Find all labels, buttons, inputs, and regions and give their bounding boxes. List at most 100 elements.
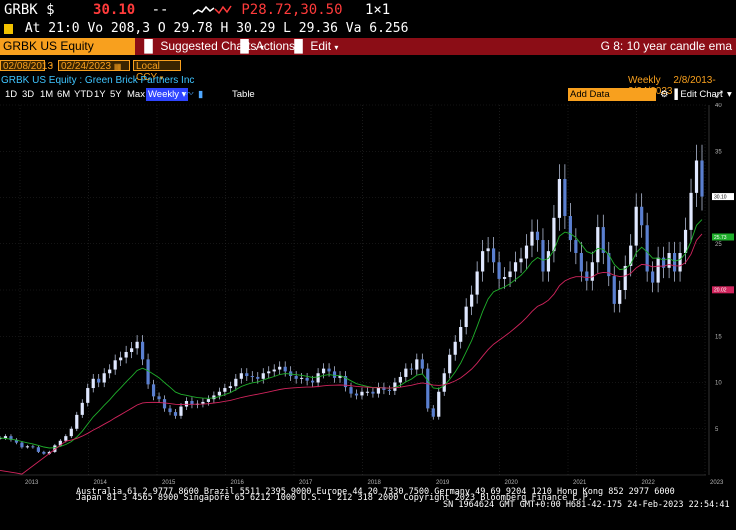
ema-long-line [0,233,703,475]
price-candle [524,245,529,259]
price-candle [267,371,271,374]
security-field[interactable]: GRBK US Equity [0,38,135,55]
price-candle [234,378,238,387]
price-candle [426,368,430,409]
price-candle [184,401,189,407]
price-candle [97,378,101,383]
period-3d[interactable]: 3D [22,88,34,101]
quote-row: GRBK $ 30.10 -- P28.72,30.50 1×1 [4,2,390,20]
x-tick-label: 2014 [94,480,108,486]
period-6m[interactable]: 6M [57,88,70,101]
edit-menu[interactable]: ▐▌ Edit ▾ [290,38,338,56]
price-candle [80,402,84,415]
price-candle [119,357,123,361]
price-candle [316,373,320,383]
table-button[interactable]: Table [232,88,255,101]
period-1m[interactable]: 1M [40,88,53,101]
period-bar: 1D 3D 1M 6M YTD 1Y 5Y Max Weekly ▾ 〰 ▮ T… [0,88,736,101]
x-tick-label: 2022 [642,480,656,486]
start-date-field[interactable]: 02/08/2013 [0,60,53,72]
x-tick-label: 2019 [436,480,450,486]
add-data-input[interactable]: Add Data [568,88,656,101]
price-candle [557,179,562,218]
price-candle [398,376,402,383]
price-candle [651,271,655,283]
price-candle [102,373,106,383]
price-candle [245,373,249,377]
period-1d[interactable]: 1D [5,88,17,101]
price-candle [700,160,704,197]
price-candle [25,446,30,448]
price-candle [453,341,457,355]
period-max[interactable]: Max [127,88,145,101]
x-tick-label: 2013 [25,480,39,486]
price-candle [151,384,156,397]
price-candle [448,354,452,374]
price-candle [694,160,699,193]
price-candle [321,368,326,374]
price-candle [678,253,682,272]
price-candle [206,399,211,402]
price-candle [409,368,413,370]
price-candle [124,351,128,358]
price-candle [502,277,507,279]
price-candle [371,391,375,394]
line-chart-icon[interactable]: 〰 [184,88,194,101]
more-icon[interactable]: ▾ [727,88,732,101]
price-candle [486,248,490,252]
price-chart[interactable]: 510152025303540 201320142015201620172018… [0,103,736,488]
price-candle [91,378,95,389]
price-candle [481,251,485,272]
end-date-field[interactable]: 02/24/2023 ▦ [58,60,130,72]
currency-select[interactable]: Local CCY ▾ [133,60,181,83]
price-candle [464,306,468,327]
footer: Australia 61 2 9777 8600 Brazil 5511 239… [0,488,736,530]
price-candle [541,240,545,272]
price-candle [546,251,551,272]
price-candle [596,227,600,263]
last-value-label: 25.73 [714,235,727,241]
price-candle [459,327,463,342]
price-candle [272,369,276,372]
price-candle [475,271,479,295]
price-candle [618,290,622,304]
price-candle [629,245,633,266]
price-candle [305,377,309,381]
edit-chart-icon: ▐ [671,89,678,100]
price-candle [157,396,161,400]
price-candle [420,359,424,369]
price-candle [513,262,518,272]
open-price: O 29.78 [157,21,213,36]
zoom-icon[interactable]: ⤢ [715,88,723,101]
price-candle [283,366,287,372]
price-candle [612,276,616,304]
price-change: -- [151,2,169,18]
period-1y[interactable]: 1Y [94,88,106,101]
ticker[interactable]: GRBK [4,2,38,18]
price-candle [311,380,315,383]
chart-title: GRBK US Equity : Green Brick Partners In… [1,75,195,86]
price-candle [86,388,90,403]
frequency-select[interactable]: Weekly ▾ [146,88,189,101]
toolbar: GRBK US Equity ▐▌ Suggested Charts ▾ ▐▌ … [0,38,736,55]
y-tick-label: 25 [715,242,722,248]
y-tick-label: 35 [715,149,722,155]
price-candle [3,436,8,438]
last-time: At 21:0 [24,21,80,36]
price-candle [470,294,474,307]
price-candle [173,412,178,416]
edit-icon: ▐▌ [290,39,308,53]
high-price: H 30.29 [220,21,276,36]
x-tick-label: 2021 [573,480,587,486]
x-tick-label: 2015 [162,480,176,486]
settings-icon[interactable]: ⚙ [660,88,669,101]
price-candle [168,408,172,413]
period-ytd[interactable]: YTD [74,88,93,101]
price-candle [530,231,534,246]
period-5y[interactable]: 5Y [110,88,122,101]
price-candle [672,253,677,272]
price-candle [20,442,24,448]
chart-type-icon[interactable]: ▮ [198,88,203,101]
price-candle [656,257,660,283]
caret-down-icon: ▾ [334,43,339,52]
